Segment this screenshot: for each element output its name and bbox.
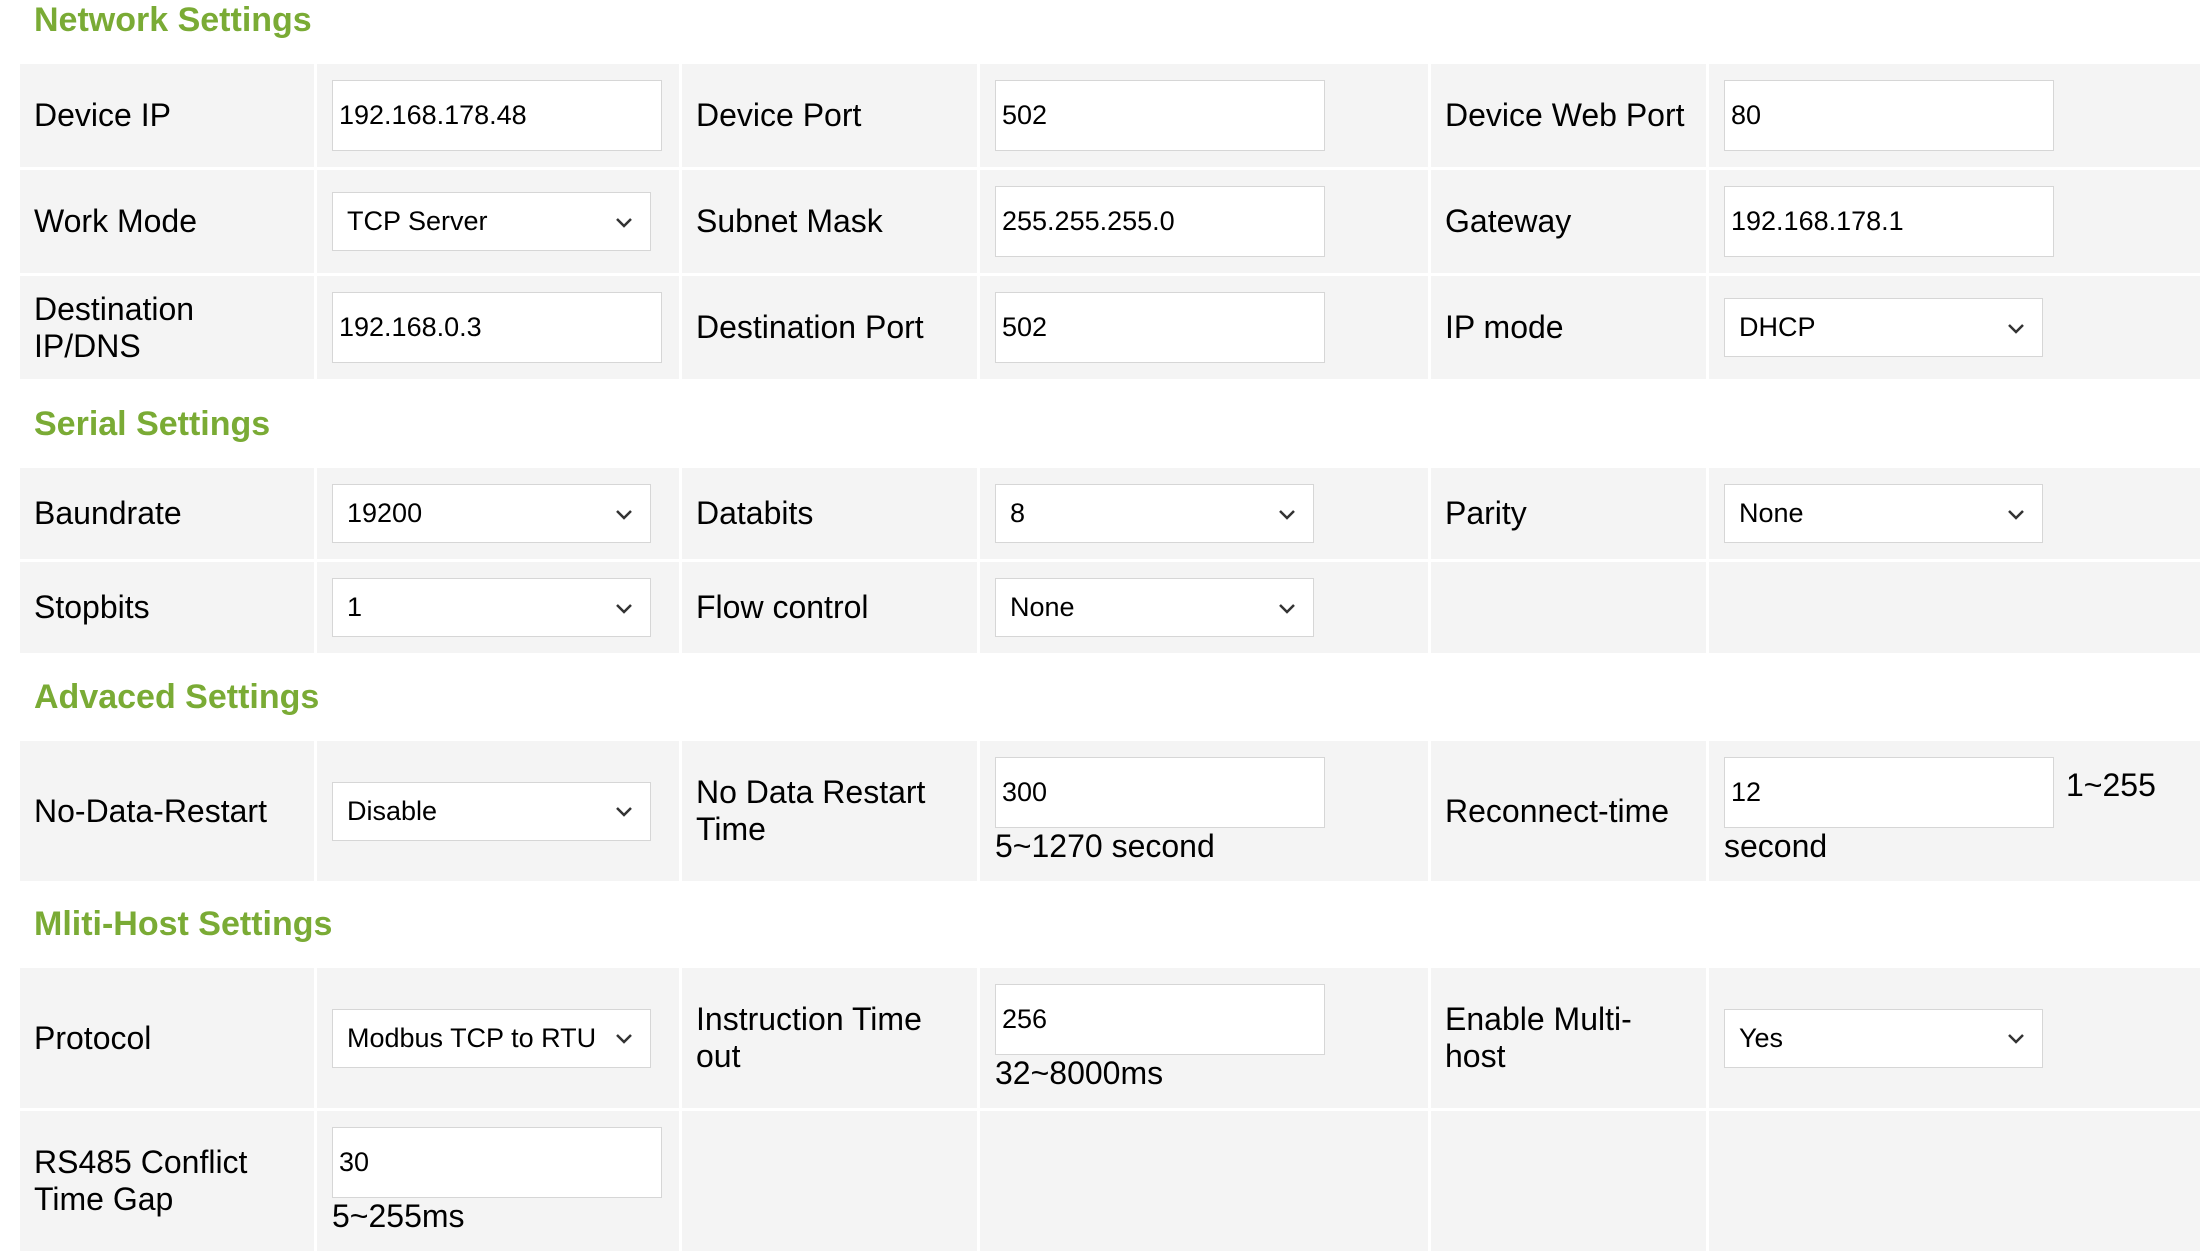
work-mode-select[interactable]: TCP Server (332, 192, 651, 251)
baudrate-select[interactable]: 19200 (332, 484, 651, 543)
empty-cell (1431, 1111, 1706, 1251)
ip-mode-value: DHCP (1739, 312, 1816, 342)
instruction-timeout-label-line2: out (696, 1038, 741, 1074)
destination-ip-label: Destination IP/DNS (20, 276, 314, 379)
section-title-advanced: Advaced Settings (34, 678, 320, 716)
gateway-input[interactable] (1724, 186, 2054, 257)
ip-mode-select[interactable]: DHCP (1724, 298, 2043, 357)
rs485-gap-label-line2: Time Gap (34, 1181, 174, 1217)
protocol-select[interactable]: Modbus TCP to RTU (332, 1008, 651, 1068)
protocol-value: Modbus TCP to RTU (347, 1022, 597, 1053)
parity-select[interactable]: None (1724, 484, 2043, 543)
device-port-input[interactable] (995, 80, 1325, 151)
rs485-gap-hint: 5~255ms (332, 1198, 465, 1234)
no-data-restart-time-input[interactable] (995, 757, 1325, 828)
reconnect-time-input[interactable] (1724, 757, 2054, 828)
chevron-down-icon (2008, 509, 2024, 520)
multihost-settings-table: Protocol Modbus TCP to RTU Instruction T… (17, 965, 2200, 1254)
flow-control-select[interactable]: None (995, 578, 1314, 637)
parity-label: Parity (1431, 468, 1706, 559)
enable-multihost-label-line1: Enable Multi- (1445, 1001, 1632, 1037)
no-data-restart-time-label-line1: No Data Restart (696, 774, 926, 810)
reconnect-time-unit-hint: second (1724, 828, 1828, 864)
stopbits-select[interactable]: 1 (332, 578, 651, 637)
chevron-down-icon (2008, 1034, 2024, 1044)
databits-select[interactable]: 8 (995, 484, 1314, 543)
rs485-gap-input[interactable] (332, 1127, 662, 1198)
destination-port-input[interactable] (995, 292, 1325, 363)
chevron-down-icon (616, 217, 632, 228)
rs485-gap-label-line1: RS485 Conflict (34, 1144, 248, 1180)
destination-ip-label-line2: IP/DNS (34, 327, 141, 364)
no-data-restart-time-label-line2: Time (696, 811, 766, 847)
chevron-down-icon (616, 1034, 632, 1044)
no-data-restart-time-label: No Data Restart Time (682, 741, 977, 881)
gateway-label: Gateway (1431, 170, 1706, 273)
instruction-timeout-label-line1: Instruction Time (696, 1001, 922, 1037)
flow-control-label: Flow control (682, 562, 977, 653)
chevron-down-icon (616, 509, 632, 520)
protocol-label: Protocol (20, 968, 314, 1108)
instruction-timeout-label: Instruction Time out (682, 968, 977, 1108)
chevron-down-icon (1279, 603, 1295, 614)
empty-cell (682, 1111, 977, 1251)
empty-cell (980, 1111, 1428, 1251)
empty-cell (1709, 1111, 2200, 1251)
destination-port-label: Destination Port (682, 276, 977, 379)
reconnect-time-range-hint: 1~255 (2066, 767, 2156, 803)
device-ip-input[interactable] (332, 80, 662, 151)
parity-value: None (1739, 498, 1804, 528)
enable-multihost-label: Enable Multi- host (1431, 968, 1706, 1108)
chevron-down-icon (2008, 323, 2024, 334)
section-title-multihost: Mliti-Host Settings (34, 905, 333, 943)
instruction-timeout-hint: 32~8000ms (995, 1055, 1164, 1091)
device-web-port-label: Device Web Port (1431, 64, 1706, 167)
stopbits-value: 1 (347, 592, 363, 622)
empty-cell (1431, 562, 1706, 653)
stopbits-label: Stopbits (20, 562, 314, 653)
rs485-gap-label: RS485 Conflict Time Gap (20, 1111, 314, 1251)
baudrate-label: Baundrate (20, 468, 314, 559)
reconnect-time-label: Reconnect-time (1431, 741, 1706, 881)
enable-multihost-select[interactable]: Yes (1724, 1008, 2043, 1068)
enable-multihost-label-line2: host (1445, 1038, 1506, 1074)
chevron-down-icon (616, 603, 632, 614)
flow-control-value: None (1010, 592, 1075, 622)
destination-ip-label-line1: Destination (34, 290, 195, 327)
databits-value: 8 (1010, 498, 1026, 528)
ip-mode-label: IP mode (1431, 276, 1706, 379)
device-ip-label: Device IP (20, 64, 314, 167)
no-data-restart-value: Disable (347, 795, 438, 826)
device-port-label: Device Port (682, 64, 977, 167)
baudrate-value: 19200 (347, 498, 423, 528)
network-settings-table: Device IP Device Port Device Web Port Wo… (17, 61, 2200, 382)
work-mode-value: TCP Server (347, 206, 488, 236)
device-web-port-input[interactable] (1724, 80, 2054, 151)
no-data-restart-time-hint: 5~1270 second (995, 828, 1215, 864)
enable-multihost-value: Yes (1739, 1022, 1784, 1053)
subnet-mask-label: Subnet Mask (682, 170, 977, 273)
instruction-timeout-input[interactable] (995, 984, 1325, 1055)
advanced-settings-table: No-Data-Restart Disable No Data Restart … (17, 738, 2200, 884)
chevron-down-icon (1279, 509, 1295, 520)
subnet-mask-input[interactable] (995, 186, 1325, 257)
destination-ip-input[interactable] (332, 292, 662, 363)
section-title-network: Network Settings (34, 1, 312, 39)
section-title-serial: Serial Settings (34, 405, 271, 443)
work-mode-label: Work Mode (20, 170, 314, 273)
no-data-restart-label: No-Data-Restart (20, 741, 314, 881)
empty-cell (1709, 562, 2200, 653)
chevron-down-icon (616, 807, 632, 817)
databits-label: Databits (682, 468, 977, 559)
serial-settings-table: Baundrate 19200 Databits 8 Parity None S… (17, 465, 2200, 656)
no-data-restart-select[interactable]: Disable (332, 781, 651, 841)
